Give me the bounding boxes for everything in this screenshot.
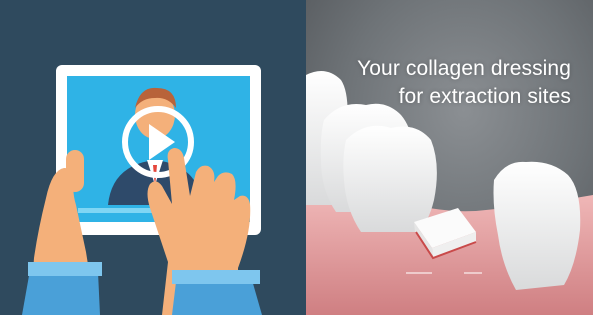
caption-line-1: Your collagen dressing	[357, 57, 571, 80]
caption: Your collagen dressing for extraction si…	[331, 55, 571, 111]
caption-line-2: for extraction sites	[398, 85, 571, 108]
collagen-dressing-panel: Your collagen dressing for extraction si…	[306, 0, 593, 315]
tablet-video-illustration	[0, 0, 306, 315]
teeth-illustration	[306, 0, 593, 315]
video-illustration-panel	[0, 0, 306, 315]
tooth-middle	[343, 125, 437, 232]
